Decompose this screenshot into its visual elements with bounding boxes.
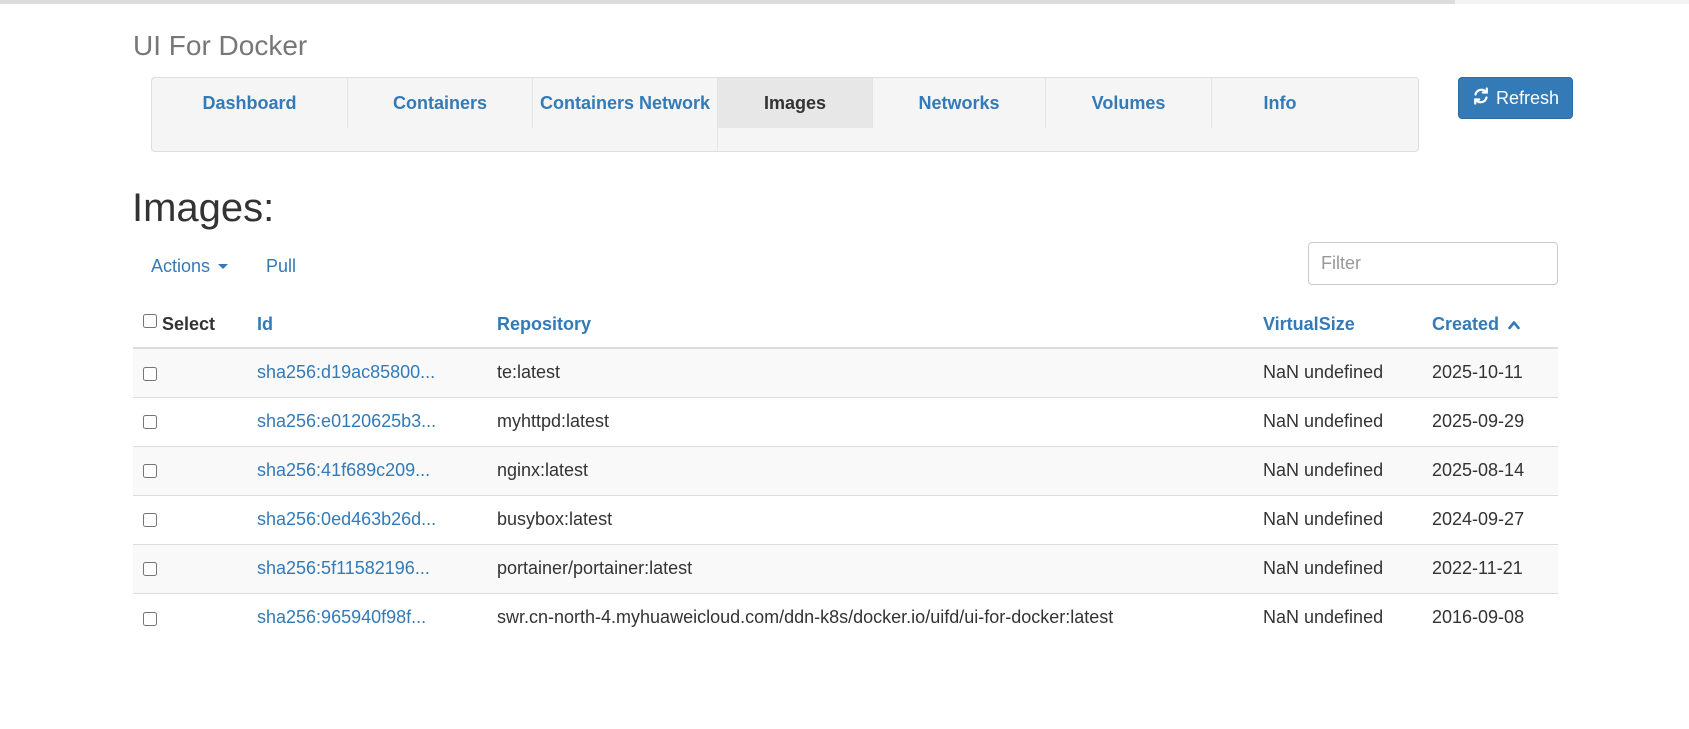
- created-cell: 2025-09-29: [1422, 396, 1558, 446]
- repository-cell: busybox:latest: [487, 494, 1253, 544]
- row-select-cell: [133, 592, 247, 642]
- row-select-cell: [133, 543, 247, 593]
- page-load-bar: [0, 0, 1455, 4]
- table-header-row: Select Id Repository VirtualSize Created: [133, 300, 1558, 349]
- refresh-button[interactable]: Refresh: [1458, 77, 1573, 119]
- nav-tab-networks[interactable]: Networks: [873, 78, 1046, 128]
- nav-tab-images[interactable]: Images: [718, 78, 873, 128]
- nav-tab-info[interactable]: Info: [1212, 78, 1348, 128]
- image-id-link[interactable]: sha256:965940f98f...: [257, 607, 426, 627]
- created-cell: 2016-09-08: [1422, 592, 1558, 642]
- select-header: Select: [133, 300, 247, 349]
- virtual-size-cell: NaN undefined: [1253, 396, 1422, 446]
- row-select-cell: [133, 494, 247, 544]
- column-header-id[interactable]: Id: [247, 300, 487, 349]
- created-cell: 2024-09-27: [1422, 494, 1558, 544]
- chevron-up-icon: [1508, 321, 1520, 330]
- row-checkbox[interactable]: [143, 464, 157, 479]
- table-row: sha256:0ed463b26d... busybox:latest NaN …: [133, 494, 1558, 544]
- column-header-virtualsize[interactable]: VirtualSize: [1253, 300, 1422, 349]
- row-checkbox[interactable]: [143, 513, 157, 528]
- image-id-link[interactable]: sha256:5f11582196...: [257, 558, 430, 578]
- image-id-link[interactable]: sha256:0ed463b26d...: [257, 509, 436, 529]
- row-checkbox[interactable]: [143, 415, 157, 430]
- select-label: Select: [162, 314, 216, 334]
- filter-input[interactable]: [1308, 242, 1558, 285]
- row-checkbox[interactable]: [143, 611, 157, 626]
- page-title: Images:: [132, 186, 275, 230]
- repository-cell: nginx:latest: [487, 445, 1253, 495]
- actions-dropdown[interactable]: Actions: [151, 256, 229, 277]
- virtual-size-cell: NaN undefined: [1253, 543, 1422, 593]
- image-id-link[interactable]: sha256:e0120625b3...: [257, 411, 436, 431]
- created-cell: 2022-11-21: [1422, 543, 1558, 593]
- repository-cell: portainer/portainer:latest: [487, 543, 1253, 593]
- table-row: sha256:d19ac85800... te:latest NaN undef…: [133, 348, 1558, 397]
- virtual-size-cell: NaN undefined: [1253, 348, 1422, 397]
- browser-top-strip: [0, 0, 1689, 4]
- image-id-link[interactable]: sha256:41f689c209...: [257, 460, 430, 480]
- repository-cell: te:latest: [487, 348, 1253, 397]
- table-row: sha256:965940f98f... swr.cn-north-4.myhu…: [133, 592, 1558, 642]
- nav-tab-containers[interactable]: Containers: [348, 78, 533, 128]
- virtual-size-cell: NaN undefined: [1253, 494, 1422, 544]
- table-row: sha256:5f11582196... portainer/portainer…: [133, 543, 1558, 593]
- repository-cell: swr.cn-north-4.myhuaweicloud.com/ddn-k8s…: [487, 592, 1253, 642]
- row-select-cell: [133, 396, 247, 446]
- pull-link[interactable]: Pull: [266, 256, 296, 277]
- refresh-button-label: Refresh: [1495, 87, 1560, 108]
- actions-label: Actions: [151, 256, 211, 276]
- image-id-cell: sha256:41f689c209...: [247, 445, 487, 495]
- images-table: Select Id Repository VirtualSize Created…: [133, 300, 1558, 642]
- column-header-repository[interactable]: Repository: [487, 300, 1253, 349]
- nav-tab-volumes[interactable]: Volumes: [1046, 78, 1212, 128]
- nav-tab-containers-network[interactable]: Containers Network: [533, 78, 718, 151]
- image-id-cell: sha256:d19ac85800...: [247, 348, 487, 397]
- column-header-created-label: Created: [1432, 314, 1500, 334]
- row-select-cell: [133, 348, 247, 397]
- select-all-checkbox[interactable]: [143, 314, 157, 328]
- row-checkbox[interactable]: [143, 366, 157, 381]
- caret-down-icon: [218, 264, 229, 269]
- nav-tab-dashboard[interactable]: Dashboard: [152, 78, 348, 128]
- main-nav: Dashboard Containers Containers Network …: [151, 77, 1419, 152]
- virtual-size-cell: NaN undefined: [1253, 445, 1422, 495]
- column-header-created[interactable]: Created: [1422, 300, 1558, 349]
- app-title: UI For Docker: [133, 30, 308, 61]
- image-id-cell: sha256:0ed463b26d...: [247, 494, 487, 544]
- table-row: sha256:41f689c209... nginx:latest NaN un…: [133, 445, 1558, 495]
- virtual-size-cell: NaN undefined: [1253, 592, 1422, 642]
- created-cell: 2025-10-11: [1422, 348, 1558, 397]
- row-select-cell: [133, 445, 247, 495]
- image-id-cell: sha256:965940f98f...: [247, 592, 487, 642]
- repository-cell: myhttpd:latest: [487, 396, 1253, 446]
- created-cell: 2025-08-14: [1422, 445, 1558, 495]
- refresh-icon: [1472, 86, 1490, 110]
- image-id-cell: sha256:e0120625b3...: [247, 396, 487, 446]
- image-id-cell: sha256:5f11582196...: [247, 543, 487, 593]
- table-row: sha256:e0120625b3... myhttpd:latest NaN …: [133, 396, 1558, 446]
- image-id-link[interactable]: sha256:d19ac85800...: [257, 362, 435, 382]
- row-checkbox[interactable]: [143, 562, 157, 577]
